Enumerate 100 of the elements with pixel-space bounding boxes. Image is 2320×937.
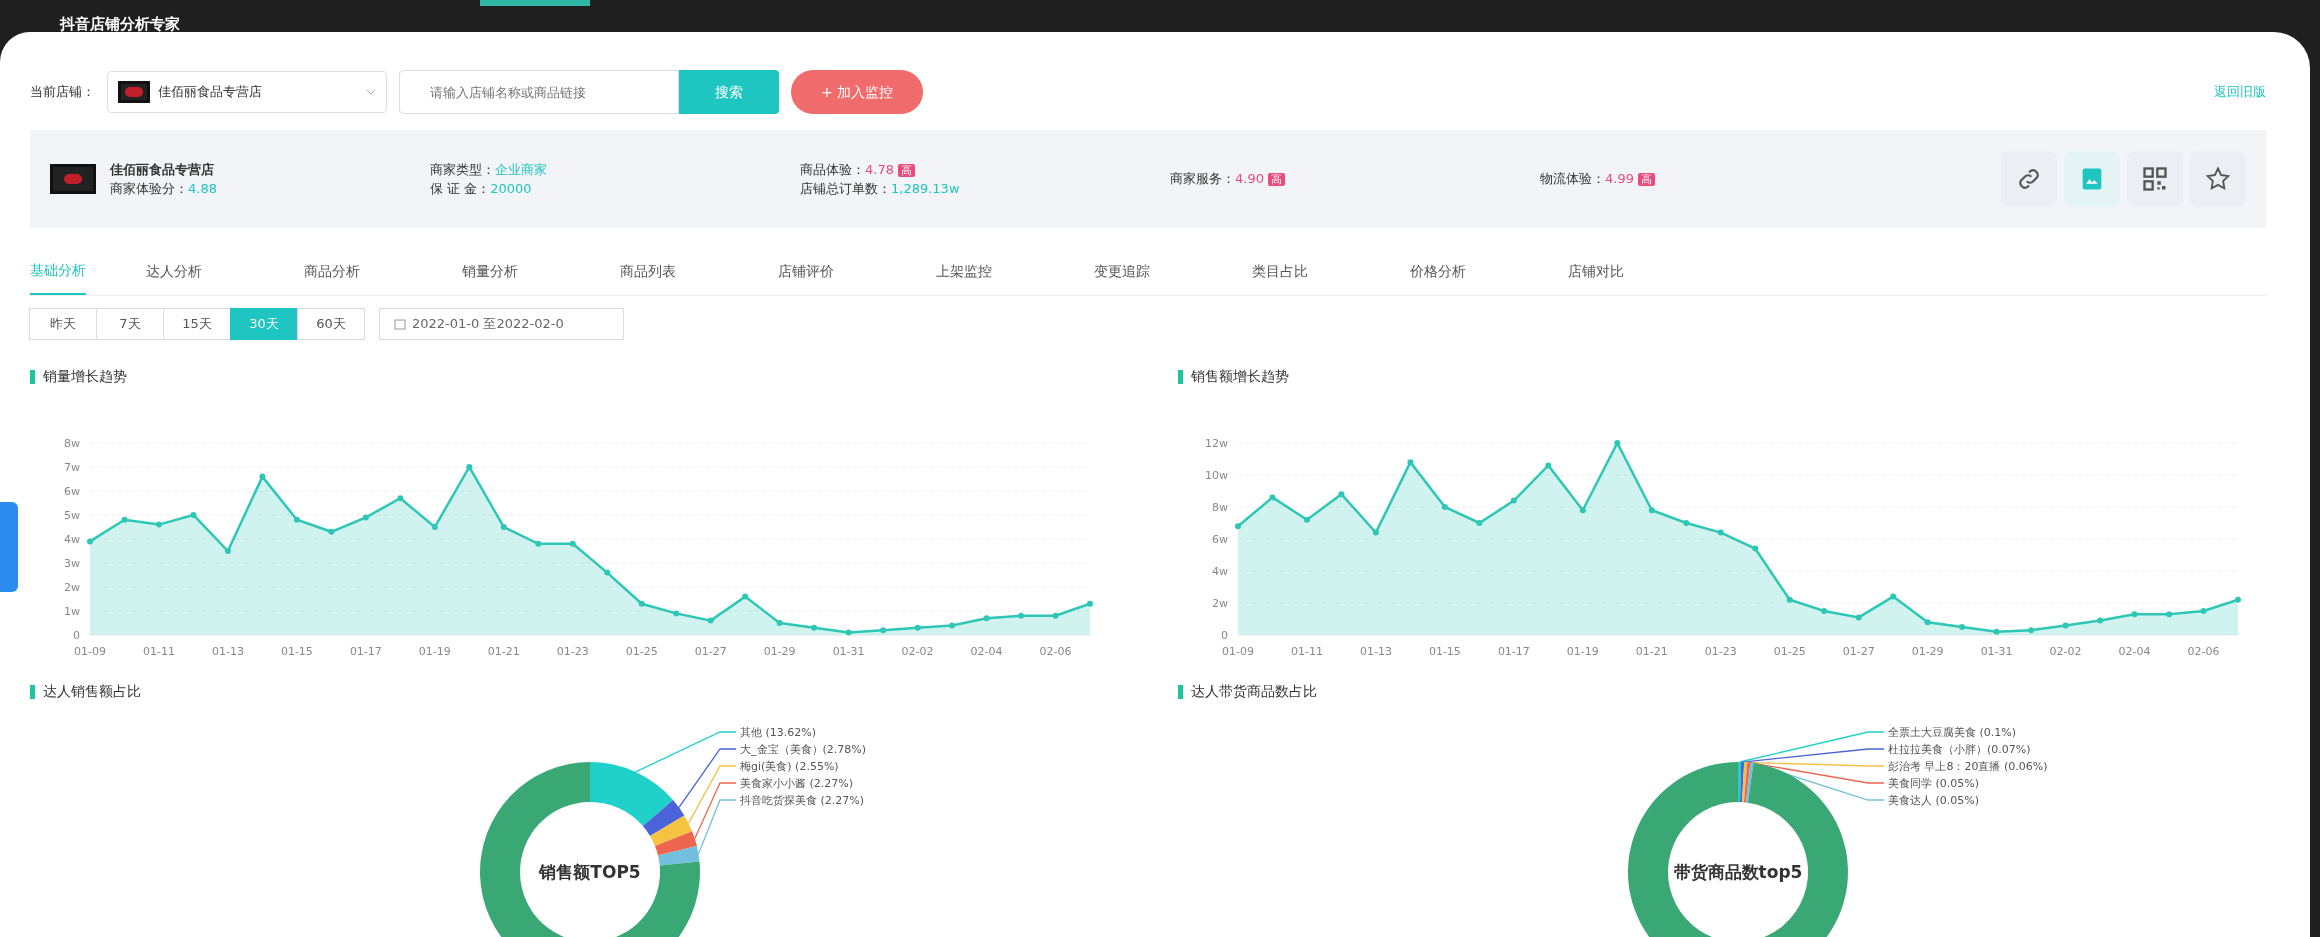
app-title: 抖音店铺分析专家 bbox=[60, 17, 180, 32]
axis-label: 02-02 bbox=[2049, 645, 2082, 658]
axis-label: 01-27 bbox=[1842, 645, 1875, 658]
period-button[interactable]: 60天 bbox=[297, 308, 365, 340]
data-point bbox=[431, 524, 438, 530]
data-point bbox=[1476, 520, 1483, 526]
data-point bbox=[190, 512, 197, 518]
period-button[interactable]: 7天 bbox=[96, 308, 164, 340]
data-point bbox=[1959, 624, 1966, 630]
data-point bbox=[2235, 596, 2241, 603]
data-point bbox=[707, 617, 714, 624]
data-point bbox=[535, 540, 542, 547]
store-select[interactable]: 佳佰丽食品专营店 bbox=[107, 71, 387, 113]
axis-label: 01-11 bbox=[143, 645, 175, 658]
axis-label: 01-19 bbox=[418, 645, 451, 658]
donut-center-label: 带货商品数top5 bbox=[1673, 862, 1803, 882]
data-point bbox=[1052, 612, 1059, 619]
slice-label: 其他 (13.62%) bbox=[740, 726, 817, 739]
axis-label: 5w bbox=[64, 509, 80, 522]
data-point bbox=[949, 622, 956, 629]
axis-label: 01-19 bbox=[1566, 645, 1599, 658]
data-point bbox=[1338, 491, 1345, 498]
axis-label: 8w bbox=[1212, 501, 1228, 514]
date-range-field[interactable]: 2022-01-0 至2022-02-0 bbox=[379, 308, 624, 340]
data-point bbox=[2097, 617, 2104, 624]
slice-label: 彭治考 早上8：20直播 (0.06%) bbox=[1888, 760, 2048, 773]
axis-label: 10w bbox=[1205, 469, 1228, 482]
data-point bbox=[1303, 516, 1310, 523]
data-point bbox=[1372, 529, 1379, 536]
data-point bbox=[1786, 596, 1793, 603]
axis-label: 6w bbox=[1212, 533, 1228, 546]
tab[interactable]: 上架监控 bbox=[936, 248, 1094, 295]
axis-label: 01-31 bbox=[1980, 645, 2013, 658]
data-point bbox=[1683, 520, 1690, 526]
data-point bbox=[776, 620, 783, 626]
chart-title: 销售额增长趋势 bbox=[1178, 366, 2266, 387]
tab[interactable]: 达人分析 bbox=[146, 248, 304, 295]
link-button[interactable] bbox=[2001, 151, 2057, 207]
axis-label: 01-17 bbox=[1497, 645, 1530, 658]
data-point bbox=[1441, 504, 1448, 510]
axis-label: 2w bbox=[64, 581, 80, 594]
store-logo-icon bbox=[118, 81, 150, 103]
data-point bbox=[638, 600, 645, 607]
store-logo-icon bbox=[50, 164, 96, 194]
store-stat: 商家类型：企业商家 bbox=[430, 160, 548, 179]
star-button[interactable] bbox=[2190, 151, 2246, 207]
axis-label: 02-02 bbox=[901, 645, 934, 658]
axis-label: 7w bbox=[64, 461, 80, 474]
tab[interactable]: 价格分析 bbox=[1410, 248, 1568, 295]
axis-label: 0 bbox=[73, 629, 80, 642]
store-stat: 店铺总订单数：1,289.13w bbox=[800, 180, 961, 198]
period-button[interactable]: 昨天 bbox=[29, 308, 97, 340]
store-stat: 保 证 金：20000 bbox=[430, 180, 533, 198]
data-point bbox=[1993, 628, 2000, 635]
slice-label: 美食达人 (0.05%) bbox=[1888, 794, 1980, 807]
tab[interactable]: 商品列表 bbox=[620, 248, 778, 295]
data-point bbox=[1821, 608, 1828, 614]
axis-label: 2w bbox=[1212, 597, 1228, 610]
data-point bbox=[500, 524, 507, 530]
calendar-icon bbox=[394, 318, 406, 330]
tab[interactable]: 变更追踪 bbox=[1094, 248, 1252, 295]
axis-label: 01-17 bbox=[349, 645, 382, 658]
data-point bbox=[845, 629, 852, 636]
data-point bbox=[1087, 600, 1093, 607]
tab[interactable]: 店铺对比 bbox=[1568, 248, 1726, 295]
data-point bbox=[1752, 545, 1759, 552]
data-point bbox=[811, 624, 818, 631]
axis-label: 01-11 bbox=[1291, 645, 1323, 658]
chart-title: 达人销售额占比 bbox=[30, 681, 1118, 702]
tab[interactable]: 类目占比 bbox=[1252, 248, 1410, 295]
axis-label: 01-23 bbox=[556, 645, 589, 658]
store-name: 佳佰丽食品专营店 bbox=[110, 160, 215, 179]
data-point bbox=[1407, 459, 1414, 466]
data-point bbox=[1924, 619, 1931, 626]
donut-center-label: 销售额TOP5 bbox=[539, 862, 641, 882]
search-field[interactable]: 请输入店铺名称或商品链接 bbox=[399, 70, 679, 114]
data-point bbox=[1648, 507, 1655, 514]
qr-code-button[interactable] bbox=[2127, 151, 2183, 207]
axis-label: 01-31 bbox=[832, 645, 865, 658]
tab[interactable]: 店铺评价 bbox=[778, 248, 936, 295]
axis-label: 0 bbox=[1221, 629, 1228, 642]
tab[interactable]: 商品分析 bbox=[304, 248, 462, 295]
chart-title: 销量增长趋势 bbox=[30, 366, 1118, 387]
slice-label: 美食家小小酱 (2.27%) bbox=[740, 777, 854, 790]
data-point bbox=[121, 516, 128, 523]
data-point bbox=[155, 521, 162, 528]
period-button[interactable]: 15天 bbox=[163, 308, 231, 340]
data-point bbox=[224, 548, 231, 554]
axis-label: 4w bbox=[1212, 565, 1228, 578]
store-stat: 商品体验：4.78 高 bbox=[800, 159, 1150, 179]
data-point bbox=[397, 495, 404, 502]
slice-label: 美食同学 (0.05%) bbox=[1888, 777, 1980, 790]
data-point bbox=[2166, 611, 2173, 618]
slice-label: 梅gi(美食) (2.55%) bbox=[740, 760, 839, 773]
axis-label: 3w bbox=[64, 557, 80, 570]
store-stat: 物流体验：4.99 高 bbox=[1540, 169, 1890, 189]
axis-label: 01-25 bbox=[625, 645, 658, 658]
data-point bbox=[1545, 462, 1552, 469]
tab[interactable]: 销量分析 bbox=[462, 248, 620, 295]
side-handle[interactable] bbox=[0, 502, 18, 592]
